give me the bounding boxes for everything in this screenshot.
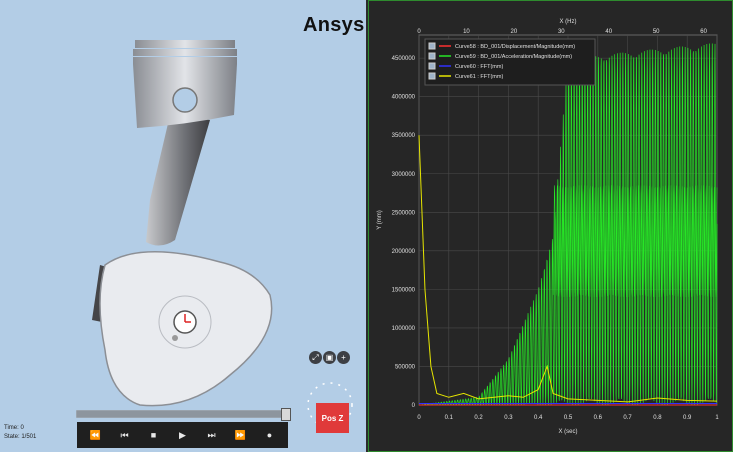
y-tick-label: 500000 <box>395 364 416 370</box>
playback-toolbar: ⏪ ⏮ ■ ▶ ⏭ ⏩ ● <box>77 422 288 448</box>
record-button[interactable]: ● <box>259 430 281 440</box>
engine-model[interactable] <box>0 0 366 452</box>
y-tick-label: 3500000 <box>392 133 416 139</box>
step-back-button[interactable]: ⏮ <box>114 430 136 441</box>
y-axis-label: Y (mm) <box>377 210 383 230</box>
time-readout: Time: 0 <box>4 425 24 431</box>
fast-forward-button[interactable]: ⏩ <box>230 430 252 441</box>
rewind-button[interactable]: ⏪ <box>85 430 107 441</box>
y-tick-label: 2500000 <box>392 210 416 216</box>
x-tick-label: 0.4 <box>534 415 543 421</box>
play-button[interactable]: ▶ <box>172 430 194 441</box>
orientation-cube-pos-z[interactable]: Pos Z <box>316 403 349 433</box>
x-tick-label: 1 <box>715 415 719 421</box>
y-tick-label: 1000000 <box>392 326 416 332</box>
timeline-slider-handle[interactable] <box>280 408 291 421</box>
x-tick-label: 0 <box>417 415 421 421</box>
x-tick-label: 0.7 <box>623 415 632 421</box>
y-tick-label: 1500000 <box>392 287 416 293</box>
y-tick-label: 4500000 <box>392 56 416 62</box>
x-tick-label: 0.8 <box>653 415 662 421</box>
x-top-tick-label: 20 <box>511 29 518 35</box>
legend-checkbox <box>428 52 436 60</box>
x-top-axis-label: X (Hz) <box>560 19 577 25</box>
chart-panel: 0 0.1 0.2 0.3 0.4 0.5 0.6 0.7 0.8 0.9 1 0 10 20 30 40 50… <box>368 0 733 452</box>
stop-button[interactable]: ■ <box>143 430 165 440</box>
fft-chart[interactable]: 0 0.1 0.2 0.3 0.4 0.5 0.6 0.7 0.8 0.9 10 10 20 30 40 50… <box>369 1 732 451</box>
x-top-tick-label: 40 <box>605 29 612 35</box>
timeline-slider-fill <box>77 411 285 417</box>
y-tick-label: 0 <box>412 403 416 409</box>
legend-checkbox <box>428 42 436 50</box>
legend-entry: Curve61 : FFT(mm) <box>455 74 503 80</box>
timeline-slider[interactable] <box>76 408 291 421</box>
x-tick-label: 0.9 <box>683 415 692 421</box>
y-tick-label: 3000000 <box>392 172 416 178</box>
legend-entry: Curve58 : BD_001/Displacement/Magnitude(… <box>455 44 575 50</box>
step-forward-button[interactable]: ⏭ <box>201 430 223 441</box>
x-tick-label: 0.3 <box>504 415 513 421</box>
3d-viewport[interactable]: Ansys Time: 0 State: 1/501 ⏪ ⏮ ■ ▶ ⏭ ⏩ ●… <box>0 0 366 452</box>
x-tick-label: 0.2 <box>474 415 483 421</box>
legend-checkbox <box>428 72 436 80</box>
y-tick-label: 4000000 <box>392 95 416 101</box>
x-tick-label: 0.5 <box>564 415 573 421</box>
state-readout: State: 1/501 <box>4 434 37 440</box>
x-axis-label: X (sec) <box>558 429 577 435</box>
legend-checkbox <box>428 62 436 70</box>
x-top-tick-label: 30 <box>558 29 565 35</box>
x-top-tick-label: 50 <box>653 29 660 35</box>
zoom-in-icon[interactable]: + <box>337 351 350 364</box>
x-tick-label: 0.6 <box>594 415 603 421</box>
y-tick-label: 2000000 <box>392 249 416 255</box>
x-top-tick-label: 10 <box>463 29 470 35</box>
legend-entry: Curve60 : FFT(mm) <box>455 64 503 70</box>
view-mode-icon[interactable]: ▣ <box>323 351 336 364</box>
piston-shape <box>133 40 237 128</box>
legend-entry: Curve59 : BD_001/Acceleration/Magnitude(… <box>455 54 572 60</box>
x-top-tick-label: 60 <box>700 29 707 35</box>
x-tick-label: 0.1 <box>445 415 454 421</box>
fit-view-icon[interactable]: ⤢ <box>309 351 322 364</box>
x-top-tick-label: 0 <box>417 29 421 35</box>
